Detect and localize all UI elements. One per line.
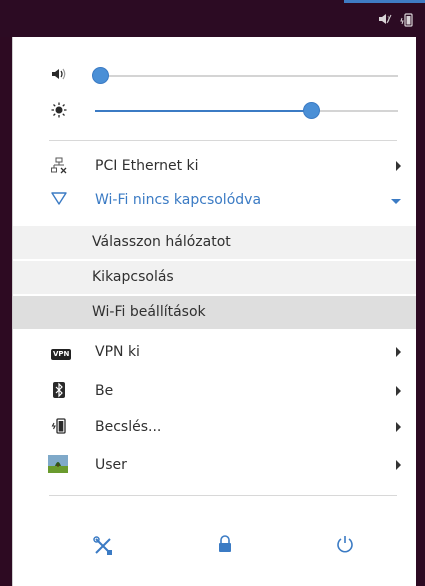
lock-icon [217,535,233,557]
power-button[interactable] [333,535,357,559]
system-menu: PCI Ethernet ki Wi-Fi nincs kapcsolódva … [12,37,416,586]
volume-slider[interactable] [13,63,416,89]
chevron-right-icon [396,347,401,357]
battery-charging-icon[interactable] [400,13,414,29]
ethernet-item[interactable]: PCI Ethernet ki [13,150,416,183]
chevron-right-icon [396,386,401,396]
wifi-settings-label: Wi-Fi beállítások [92,304,206,320]
avatar [48,455,68,473]
user-label: User [95,457,127,473]
brightness-fill [95,110,315,112]
chevron-right-icon [396,422,401,432]
brightness-knob[interactable] [303,102,320,119]
chevron-right-icon [396,460,401,470]
ethernet-label: PCI Ethernet ki [95,158,199,174]
volume-track[interactable] [95,75,398,77]
settings-button[interactable] [91,535,115,559]
speaker-icon [51,67,67,84]
speaker-muted-icon[interactable] [378,13,392,27]
user-item[interactable]: User [13,449,416,482]
brightness-icon [51,102,67,121]
bluetooth-label: Be [95,383,114,399]
vpn-icon-text: VPN [51,349,72,360]
power-icon [336,536,354,557]
wired-network-icon [51,157,67,175]
lock-button[interactable] [213,535,237,559]
battery-label: Becslés... [95,419,162,435]
vpn-label: VPN ki [95,344,140,360]
vpn-icon: VPN [51,345,72,363]
bluetooth-item[interactable]: Be [13,375,416,408]
separator [49,495,397,496]
volume-knob[interactable] [92,67,109,84]
wifi-item[interactable]: Wi-Fi nincs kapcsolódva [13,184,416,217]
wifi-label: Wi-Fi nincs kapcsolódva [95,192,262,208]
chevron-down-icon [391,199,401,204]
top-panel [0,0,425,37]
vpn-item[interactable]: VPN VPN ki [13,336,416,369]
brightness-slider[interactable] [13,98,416,124]
settings-icon [92,536,114,561]
bluetooth-icon [51,382,67,400]
active-indicator [344,0,425,3]
wifi-icon [51,191,67,209]
battery-charging-icon [51,418,67,436]
turn-off-label: Kikapcsolás [92,269,174,285]
battery-item[interactable]: Becslés... [13,411,416,444]
submenu-item-turn-off[interactable]: Kikapcsolás [13,261,416,294]
submenu-item-select-network[interactable]: Válasszon hálózatot [13,226,416,259]
chevron-right-icon [396,161,401,171]
separator [49,140,397,141]
submenu-item-wifi-settings[interactable]: Wi-Fi beállítások [13,296,416,329]
select-network-label: Válasszon hálózatot [92,234,231,250]
